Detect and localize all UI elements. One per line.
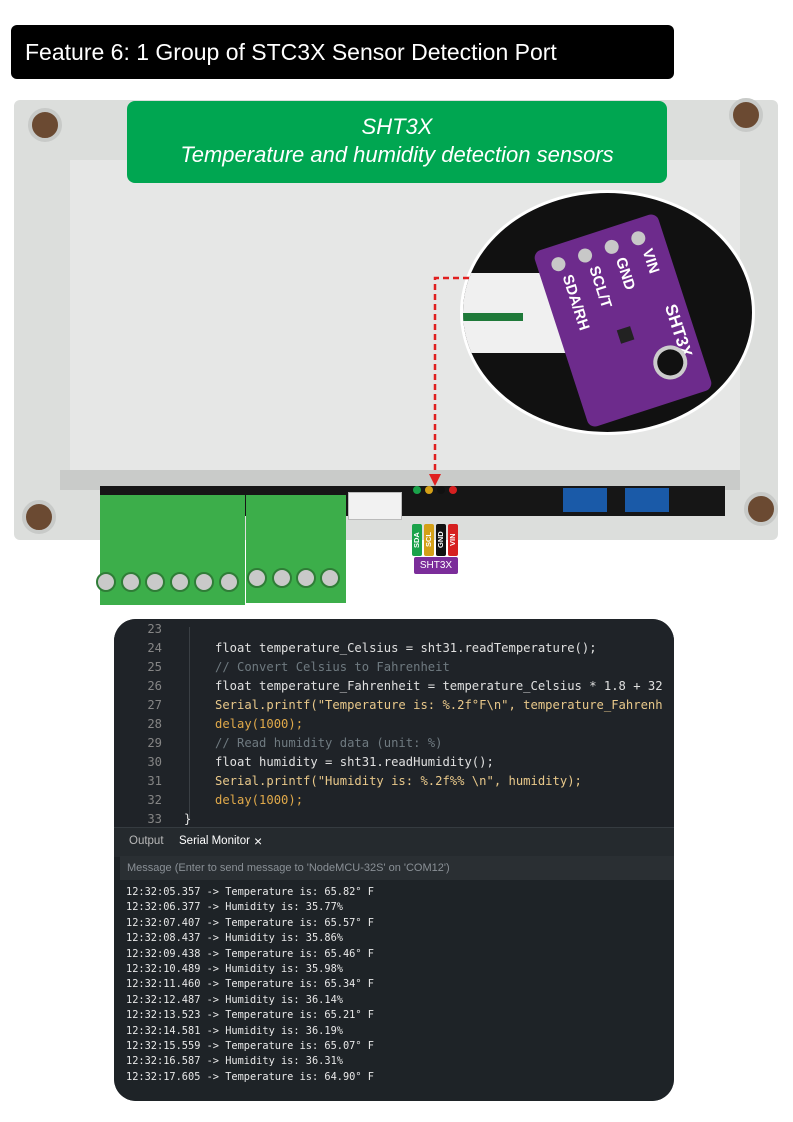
sensor-banner: SHT3X Temperature and humidity detection… [127,101,667,183]
sensor-zoom-view: VIN GND SCL/T SDA/RH SHT3X [460,190,755,435]
serial-line: 12:32:07.407 -> Temperature is: 65.57° F [126,916,374,929]
mount-hole-icon [22,500,56,534]
pin-label-sda: SDA/RH [558,272,593,333]
code-editor[interactable]: 23 24 float temperature_Celsius = sht31.r… [114,619,674,827]
code-line: 31 Serial.printf("Humidity is: %.2f%% \n"… [147,774,582,788]
serial-line: 12:32:15.559 -> Temperature is: 65.07° F [126,1040,374,1052]
panel-tabs: Output Serial Monitor × [114,827,674,859]
serial-line: 12:32:14.581 -> Humidity is: 36.19% [126,1024,343,1037]
serial-line: 12:32:17.605 -> Temperature is: 64.90° F [126,1070,374,1083]
connector-label: SHT3X [414,557,458,574]
serial-message-input[interactable]: Message (Enter to send message to 'NodeM… [120,856,674,880]
serial-line: 12:32:06.377 -> Humidity is: 35.77% [126,901,343,914]
banner-title: SHT3X [361,114,433,139]
code-line: 32 delay(1000); [147,793,304,807]
code-line: 28 delay(1000); [147,717,304,731]
pin-label-gnd: GND [611,255,639,293]
code-line: 29// Read humidity data (unit: %) [147,736,443,750]
pin-tag-gnd: GND [436,524,446,556]
serial-line: 12:32:09.438 -> Temperature is: 65.46° F [126,947,374,960]
serial-line: 12:32:12.487 -> Humidity is: 36.14% [126,993,343,1006]
code-line: 23 [147,622,162,636]
pin-tag-sda: SDA [412,524,422,556]
code-line: 25// Convert Celsius to Fahrenheit [147,660,450,674]
serial-monitor-output: 12:32:05.357 -> Temperature is: 65.82° F… [114,881,674,1101]
banner-subtitle: Temperature and humidity detection senso… [180,142,614,167]
mount-hole-icon [28,108,62,142]
serial-line: 12:32:11.460 -> Temperature is: 65.34° F [126,978,374,991]
mount-hole-icon [729,98,763,132]
code-line: 30 float humidity = sht31.readHumidity(); [147,755,494,769]
serial-line: 12:32:08.437 -> Humidity is: 35.86% [126,932,343,945]
serial-line: 12:32:10.489 -> Humidity is: 35.98% [126,963,343,975]
serial-line: 12:32:13.523 -> Temperature is: 65.21° F [126,1009,374,1022]
tab-serial-monitor[interactable]: Serial Monitor [179,828,250,859]
code-line: 24 float temperature_Celsius = sht31.read… [147,641,597,655]
mount-hole-icon [744,492,778,526]
code-line: 27 Serial.printf("Temperature is: %.2f°F\… [147,698,663,712]
serial-line: 12:32:05.357 -> Temperature is: 65.82° F [126,886,374,898]
sensor-chip-icon [616,326,635,344]
close-icon[interactable]: × [254,828,262,857]
tab-output[interactable]: Output [129,828,164,857]
pin-tag-vin: VIN [448,524,458,556]
connector-header [410,484,460,524]
code-line: 26 float temperature_Fahrenheit = tempera… [147,679,663,693]
serial-line: 12:32:16.587 -> Humidity is: 36.31% [126,1055,343,1068]
pin-tag-scl: SCL [424,524,434,556]
pin-label-vin: VIN [638,246,663,276]
connection-arrow-icon [429,276,469,486]
ide-window: 23 24 float temperature_Celsius = sht31.r… [114,619,674,1101]
sht3x-board: VIN GND SCL/T SDA/RH SHT3X [532,212,714,429]
pin-label-scl: SCL/T [585,263,615,311]
page-title: Feature 6: 1 Group of STC3X Sensor Detec… [11,25,674,79]
